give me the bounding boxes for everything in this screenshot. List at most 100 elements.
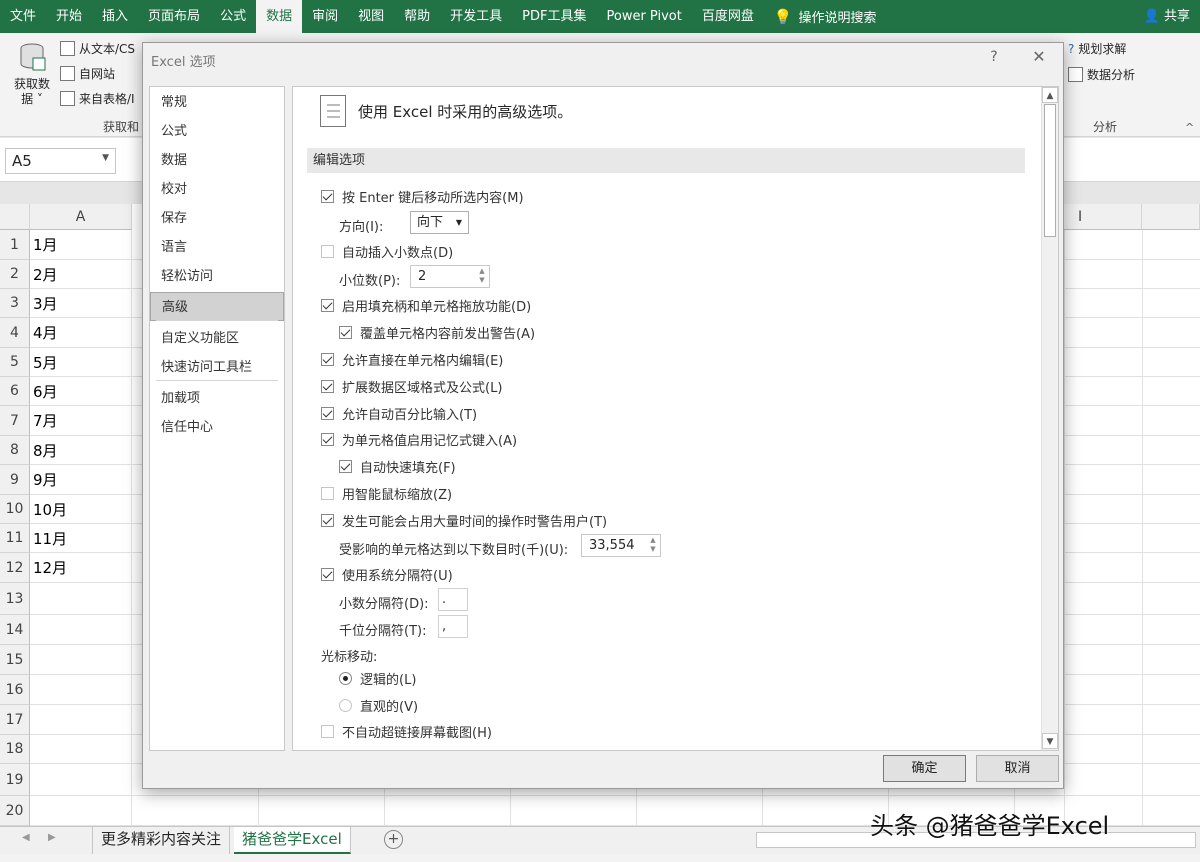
cell-a[interactable] — [30, 764, 132, 796]
name-box[interactable]: A5 ▼ — [5, 148, 116, 174]
intellimouse-option[interactable]: 用智能鼠标缩放(Z) — [321, 484, 452, 503]
cells-threshold-stepper[interactable]: 33,554 ▲ ▼ — [581, 534, 661, 557]
row-header[interactable]: 2 — [0, 260, 30, 289]
row-header[interactable]: 18 — [0, 735, 30, 764]
edit-in-cell-option[interactable]: 允许直接在单元格内编辑(E) — [321, 350, 503, 369]
direction-select[interactable]: 向下 ▼ — [410, 211, 469, 234]
column-header-a[interactable]: A — [30, 204, 132, 230]
close-icon[interactable]: ✕ — [1029, 47, 1049, 66]
from-web-button[interactable]: 自网站 — [60, 65, 115, 82]
row-header[interactable]: 4 — [0, 318, 30, 348]
alert-slow-option[interactable]: 发生可能会占用大量时间的操作时警告用户(T) — [321, 511, 607, 530]
auto-decimal-option[interactable]: 自动插入小数点(D) — [321, 242, 453, 261]
move-after-enter-option[interactable]: 按 Enter 键后移动所选内容(M) — [321, 187, 524, 206]
ribbon-tab[interactable]: 开始 — [46, 0, 92, 33]
extend-formats-option[interactable]: 扩展数据区域格式及公式(L) — [321, 377, 502, 396]
places-stepper[interactable]: 2 ▲ ▼ — [410, 265, 490, 288]
row-header[interactable]: 14 — [0, 615, 30, 645]
cell-a[interactable]: 12月 — [30, 553, 132, 583]
row-header[interactable]: 3 — [0, 289, 30, 318]
help-icon[interactable]: ? — [986, 49, 1002, 65]
row-header[interactable]: 1 — [0, 230, 30, 260]
no-hyperlink-screenshot-option[interactable]: 不自动超链接屏幕截图(H) — [321, 722, 492, 741]
row-header[interactable]: 20 — [0, 796, 30, 826]
ribbon-tab[interactable]: 视图 — [348, 0, 394, 33]
row-header[interactable]: 10 — [0, 495, 30, 524]
ribbon-tab[interactable]: 插入 — [92, 0, 138, 33]
nav-item[interactable]: 语言 — [150, 233, 284, 262]
cell-a[interactable]: 10月 — [30, 495, 132, 524]
nav-item[interactable]: 信任中心 — [150, 413, 284, 442]
cell-a[interactable] — [30, 645, 132, 675]
ribbon-tab[interactable]: 帮助 — [394, 0, 440, 33]
ribbon-tab[interactable]: 百度网盘 — [692, 0, 764, 33]
row-header[interactable]: 15 — [0, 645, 30, 675]
auto-percent-option[interactable]: 允许自动百分比输入(T) — [321, 404, 477, 423]
cancel-button[interactable]: 取消 — [976, 755, 1059, 782]
nav-item[interactable]: 加载项 — [150, 384, 284, 413]
nav-item[interactable]: 数据 — [150, 146, 284, 175]
nav-item[interactable]: 公式 — [150, 117, 284, 146]
sheet-tab-more[interactable]: 更多精彩内容关注 — [92, 827, 231, 854]
ribbon-tab[interactable]: PDF工具集 — [512, 0, 596, 33]
system-separators-option[interactable]: 使用系统分隔符(U) — [321, 565, 453, 584]
nav-item[interactable]: 快速访问工具栏 — [150, 353, 284, 382]
ribbon-tab[interactable]: 页面布局 — [138, 0, 210, 33]
scroll-down-icon[interactable]: ▼ — [1042, 733, 1058, 749]
cell-a[interactable] — [30, 615, 132, 645]
share-button[interactable]: 👤 共享 — [1144, 0, 1190, 33]
nav-item[interactable]: 轻松访问 — [150, 262, 284, 291]
autocomplete-option[interactable]: 为单元格值启用记忆式键入(A) — [321, 430, 517, 449]
cell-a[interactable]: 3月 — [30, 289, 132, 318]
row-header[interactable]: 6 — [0, 377, 30, 406]
nav-item[interactable]: 自定义功能区 — [150, 324, 284, 353]
nav-item[interactable]: 保存 — [150, 204, 284, 233]
thousands-sep-input[interactable]: , — [438, 615, 468, 638]
select-all-corner[interactable] — [0, 204, 30, 230]
data-analysis-button[interactable]: 数据分析 — [1068, 66, 1135, 83]
ribbon-tab[interactable]: 数据 — [256, 0, 303, 33]
cell-a[interactable]: 4月 — [30, 318, 132, 348]
ribbon-tab[interactable]: 文件 — [0, 0, 46, 33]
overwrite-alert-option[interactable]: 覆盖单元格内容前发出警告(A) — [339, 323, 535, 342]
sheet-tab-active[interactable]: 猪爸爸学Excel — [234, 827, 351, 854]
tell-me-search[interactable]: 💡 操作说明搜索 — [764, 7, 887, 27]
row-header[interactable]: 8 — [0, 436, 30, 465]
row-header[interactable]: 13 — [0, 583, 30, 615]
from-table-button[interactable]: 来自表格/I — [60, 90, 135, 107]
scroll-up-icon[interactable]: ▲ — [1042, 87, 1058, 103]
cell-a[interactable]: 2月 — [30, 260, 132, 289]
row-header[interactable]: 12 — [0, 553, 30, 583]
row-header[interactable]: 16 — [0, 675, 30, 705]
nav-item[interactable]: 高级 — [150, 292, 284, 321]
row-header[interactable]: 7 — [0, 406, 30, 436]
add-sheet-icon[interactable]: + — [384, 830, 403, 849]
cell-a[interactable]: 7月 — [30, 406, 132, 436]
ribbon-tab[interactable]: 开发工具 — [440, 0, 512, 33]
row-header[interactable]: 11 — [0, 524, 30, 553]
logical-radio[interactable]: 逻辑的(L) — [339, 669, 416, 688]
row-header[interactable]: 9 — [0, 465, 30, 495]
scroll-left-icon[interactable]: ◀ — [22, 832, 30, 843]
row-header[interactable]: 5 — [0, 348, 30, 377]
cell-a[interactable] — [30, 675, 132, 705]
column-header-j[interactable] — [1142, 204, 1200, 230]
ribbon-tab[interactable]: Power Pivot — [596, 0, 691, 33]
flash-fill-option[interactable]: 自动快速填充(F) — [339, 457, 456, 476]
ribbon-tab[interactable]: 公式 — [210, 0, 256, 33]
options-scrollbar[interactable]: ▲ ▼ — [1041, 87, 1058, 750]
row-header[interactable]: 19 — [0, 764, 30, 796]
get-data-button[interactable]: 获取数据 ˅ — [12, 41, 52, 106]
cell-a[interactable] — [30, 796, 132, 826]
cell-a[interactable]: 5月 — [30, 348, 132, 377]
decimal-sep-input[interactable]: . — [438, 588, 468, 611]
cell-a[interactable]: 9月 — [30, 465, 132, 495]
cell-a[interactable]: 11月 — [30, 524, 132, 553]
visual-radio[interactable]: 直观的(V) — [339, 696, 418, 715]
ok-button[interactable]: 确定 — [883, 755, 966, 782]
row-header[interactable]: 17 — [0, 705, 30, 735]
cell-a[interactable] — [30, 735, 132, 764]
cell-a[interactable]: 1月 — [30, 230, 132, 260]
from-text-button[interactable]: 从文本/CS — [60, 40, 135, 57]
collapse-ribbon-icon[interactable]: ^ — [1185, 121, 1194, 134]
